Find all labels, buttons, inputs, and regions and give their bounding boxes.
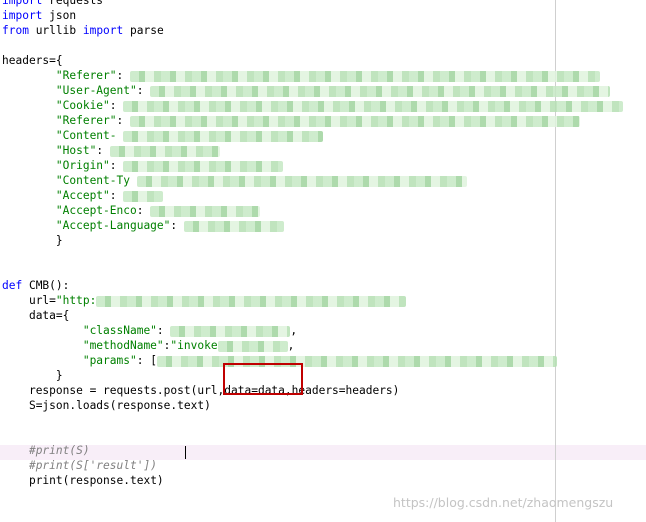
string-literal: "methodName" [82, 339, 164, 352]
code-token: headers=headers) [291, 384, 400, 397]
string-literal: "Host" [55, 144, 97, 157]
code-token: headers={ [2, 54, 63, 67]
redacted-value [130, 115, 580, 127]
code-token: : [ [136, 354, 157, 367]
code-token: requests [42, 0, 104, 7]
string-literal: "className" [82, 324, 157, 337]
string-literal: "Origin" [55, 159, 110, 172]
code-editor[interactable]: import requests import json from urllib … [0, 0, 646, 522]
string-literal: "Accept-Language" [55, 219, 171, 232]
code-token: CMB(): [22, 279, 70, 292]
redacted-value [217, 340, 288, 352]
string-literal: "http: [55, 294, 97, 307]
redacted-value [109, 145, 220, 157]
keyword: import [2, 9, 43, 22]
string-literal: "Content-Ty [55, 174, 130, 187]
code-token: data={ [28, 309, 70, 322]
string-literal: "params" [82, 354, 137, 367]
string-literal: "Referer" [55, 69, 117, 82]
redacted-value [156, 355, 557, 367]
string-literal: "Cookie" [55, 99, 110, 112]
code-token: urllib [28, 24, 83, 37]
code-text: import requests import json from urllib … [2, 0, 624, 488]
string-literal: "invoke [170, 339, 218, 352]
string-literal: "Content- [55, 129, 117, 142]
code-token: parse [123, 24, 164, 37]
redacted-value [136, 175, 467, 187]
string-literal: "Referer" [55, 114, 117, 127]
redacted-value [183, 220, 284, 232]
code-token: url= [28, 294, 56, 307]
redacted-value [123, 100, 624, 112]
comment: #print(S) [28, 444, 90, 457]
text-caret [185, 446, 186, 459]
redacted-value [150, 205, 261, 217]
code-token: response = requests.post(url [28, 384, 218, 397]
code-token: json [42, 9, 77, 22]
keyword: import [2, 0, 43, 7]
redacted-value [123, 160, 284, 172]
code-token: } [55, 234, 63, 247]
redacted-value [123, 130, 324, 142]
watermark: https://blog.csdn.net/zhaomengszu [393, 495, 614, 510]
redacted-value [130, 70, 600, 82]
redacted-value [170, 325, 291, 337]
keyword: def [2, 279, 23, 292]
redacted-value [150, 85, 611, 97]
redacted-value [123, 190, 164, 202]
code-token: } [55, 369, 63, 382]
string-literal: "Accept-Enco [55, 204, 137, 217]
keyword: from [2, 24, 29, 37]
keyword: import [82, 24, 124, 37]
code-token: print(response.text) [28, 474, 164, 487]
highlight-box [223, 363, 303, 395]
redacted-value [96, 295, 407, 307]
comment: #print(S['result']) [28, 459, 157, 472]
string-literal: "Accept" [55, 189, 110, 202]
string-literal: "User-Agent" [55, 84, 137, 97]
code-token: S=json.loads(response.text) [28, 399, 211, 412]
